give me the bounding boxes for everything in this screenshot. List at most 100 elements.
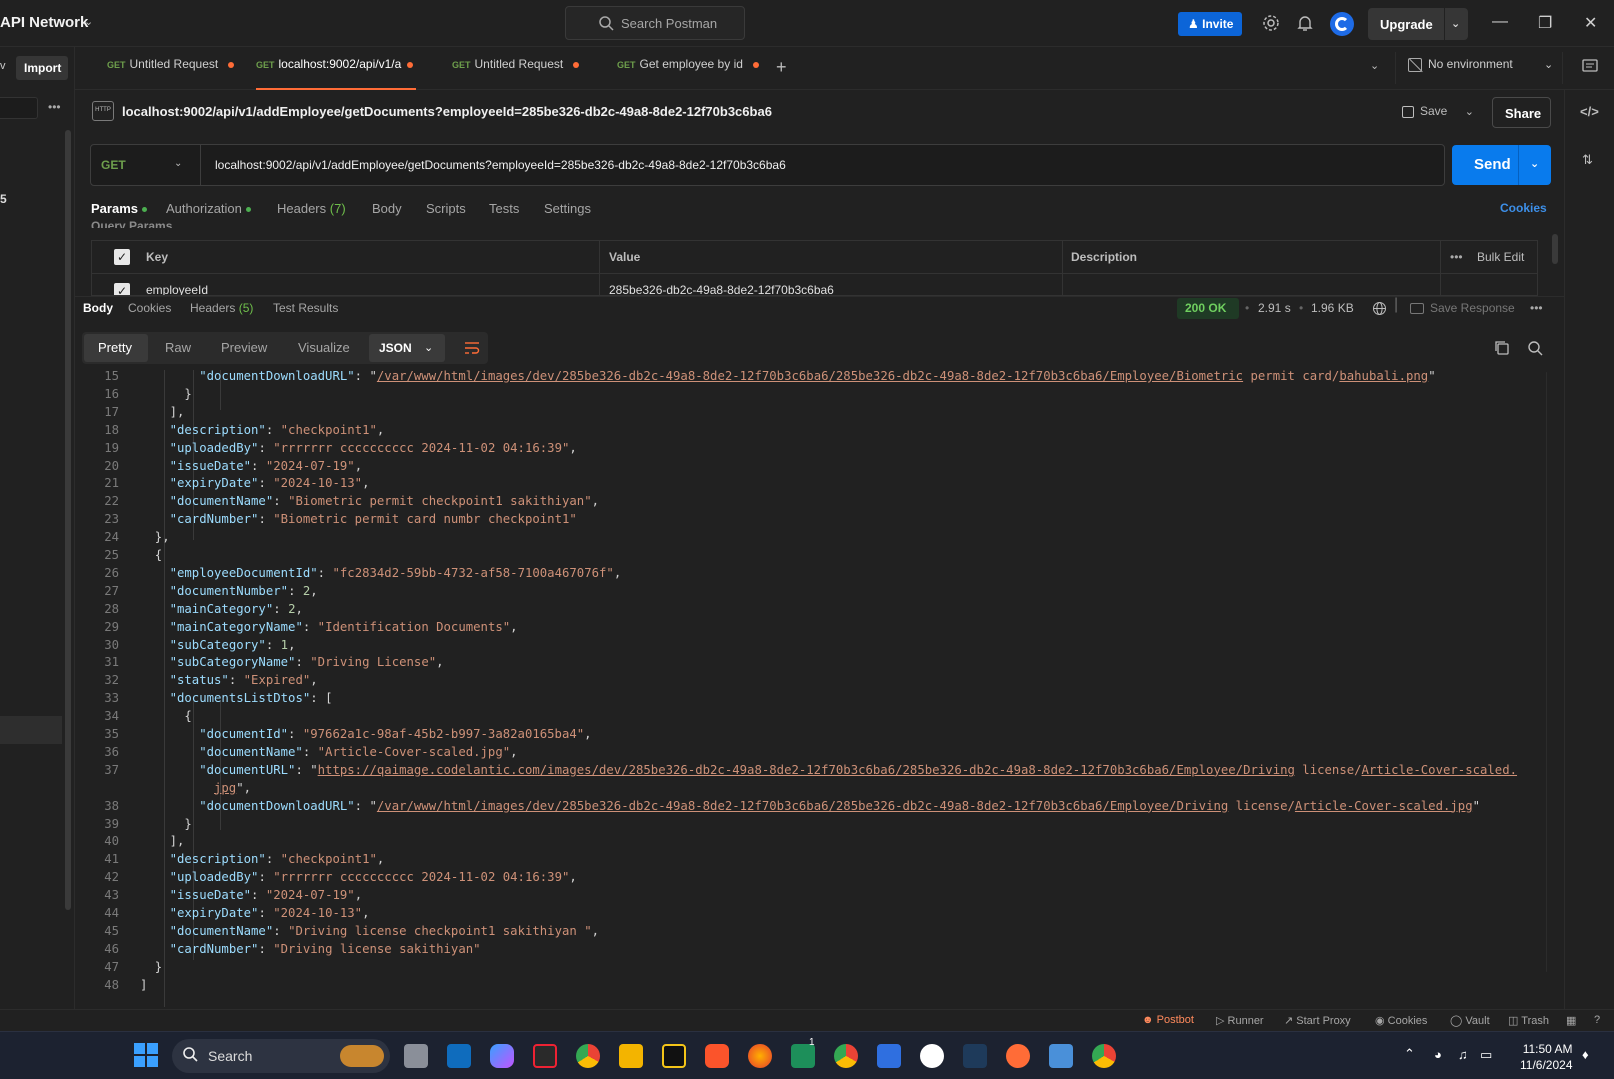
environment-selector[interactable]: No environment ⌄: [1408, 57, 1558, 73]
collapse-icon[interactable]: ⇅: [1582, 152, 1593, 168]
response-tab-body[interactable]: Body: [83, 301, 113, 315]
params-scrollbar[interactable]: [1552, 234, 1558, 264]
cookies-link[interactable]: Cookies: [1500, 201, 1547, 215]
save-response-button[interactable]: Save Response: [1410, 301, 1515, 315]
new-tab-plus-icon[interactable]: +: [776, 57, 787, 78]
github-icon[interactable]: [920, 1044, 944, 1068]
trash-button[interactable]: ◫ Trash: [1508, 1014, 1549, 1027]
view-pretty[interactable]: Pretty: [98, 340, 132, 355]
tab-authorization[interactable]: Authorization: [166, 201, 251, 216]
tab-tests[interactable]: Tests: [489, 201, 519, 216]
sidebar-scrollbar[interactable]: [65, 130, 71, 910]
restore-icon[interactable]: ❐: [1538, 13, 1552, 33]
workspace-name[interactable]: API Network: [0, 14, 88, 31]
volume-icon[interactable]: ♫: [1458, 1047, 1468, 1062]
method-select[interactable]: GET: [101, 158, 126, 172]
new-button-fragment[interactable]: v: [0, 60, 8, 74]
format-select[interactable]: JSON ⌄: [369, 334, 445, 362]
tab-headers[interactable]: Headers (7): [277, 201, 346, 216]
windows-start-icon[interactable]: [134, 1043, 158, 1070]
view-preview[interactable]: Preview: [221, 340, 267, 355]
more-options-icon[interactable]: •••: [48, 100, 61, 114]
recorder-icon[interactable]: [533, 1044, 557, 1068]
send-button[interactable]: Send ⌄: [1452, 145, 1551, 185]
battery-icon[interactable]: ▭: [1480, 1047, 1492, 1063]
help-icon[interactable]: ?: [1594, 1014, 1600, 1026]
wifi-icon[interactable]: ◕: [1434, 1047, 1442, 1062]
chrome-profile-icon[interactable]: [834, 1044, 858, 1068]
notifications-bell-icon[interactable]: ♦: [1582, 1047, 1589, 1062]
postman-icon[interactable]: [1006, 1044, 1030, 1068]
response-size[interactable]: 1.96 KB: [1311, 301, 1354, 315]
cookies-button[interactable]: ◉ Cookies: [1375, 1014, 1427, 1027]
tab-untitled-request-1[interactable]: GET Untitled Request: [107, 57, 235, 79]
param-value[interactable]: 285be326-db2c-49a8-8de2-12f70b3c6ba6: [609, 283, 834, 295]
sidebar-item-selected[interactable]: [0, 716, 62, 744]
close-icon[interactable]: ✕: [1584, 13, 1597, 33]
view-raw[interactable]: Raw: [165, 340, 191, 355]
chrome-profile-2-icon[interactable]: [1092, 1044, 1116, 1068]
import-button[interactable]: Import: [16, 56, 68, 80]
request-title[interactable]: localhost:9002/api/v1/addEmployee/getDoc…: [122, 104, 772, 119]
select-all-checkbox[interactable]: ✓: [114, 249, 130, 265]
environment-quick-look-icon[interactable]: [1582, 58, 1598, 77]
url-input[interactable]: localhost:9002/api/v1/addEmployee/getDoc…: [215, 158, 786, 172]
chevron-down-icon[interactable]: ⌄: [1530, 157, 1539, 170]
mysql-workbench-icon[interactable]: [963, 1044, 987, 1068]
tab-settings[interactable]: Settings: [544, 201, 591, 216]
chevron-down-icon[interactable]: ⌄: [174, 158, 182, 169]
chrome-icon[interactable]: [576, 1044, 600, 1068]
brave-icon[interactable]: [705, 1044, 729, 1068]
response-time[interactable]: 2.91 s: [1258, 301, 1291, 315]
more-options-icon[interactable]: •••: [1530, 301, 1543, 315]
tabs-overflow-chevron-icon[interactable]: ⌄: [1370, 59, 1379, 72]
tab-params[interactable]: Params: [91, 201, 147, 216]
tab-untitled-request-2[interactable]: GET Untitled Request: [452, 57, 580, 79]
layout-icon[interactable]: ▦: [1566, 1014, 1576, 1027]
tab-get-employee-by-id[interactable]: GET Get employee by id: [617, 57, 759, 79]
sidebar-filter-input[interactable]: [0, 97, 38, 119]
vault-button[interactable]: ◯ Vault: [1450, 1014, 1490, 1027]
tab-active-request[interactable]: GET localhost:9002/api/v1/a: [256, 57, 414, 79]
copilot-icon[interactable]: [490, 1044, 514, 1068]
code-snippet-icon[interactable]: </>: [1580, 104, 1599, 119]
bulk-edit-button[interactable]: Bulk Edit: [1477, 250, 1524, 264]
firefox-icon[interactable]: [748, 1044, 772, 1068]
gear-icon[interactable]: [1262, 14, 1280, 37]
system-clock[interactable]: 11:50 AM 11/6/2024: [1520, 1041, 1573, 1073]
search-icon[interactable]: [1527, 340, 1543, 359]
wrap-lines-icon[interactable]: [464, 340, 480, 359]
intellij-icon[interactable]: [662, 1044, 686, 1068]
outlook-icon[interactable]: [447, 1044, 471, 1068]
upgrade-button[interactable]: Upgrade ⌄: [1368, 8, 1468, 40]
param-key[interactable]: employeeId: [146, 283, 208, 295]
share-button[interactable]: Share: [1492, 97, 1551, 128]
notepad-icon[interactable]: [1049, 1044, 1073, 1068]
file-explorer-icon[interactable]: [619, 1044, 643, 1068]
search-postman-input[interactable]: Search Postman: [565, 6, 745, 40]
teams-icon[interactable]: [877, 1044, 901, 1068]
chevron-down-icon[interactable]: ⌄: [1465, 106, 1474, 118]
param-checkbox[interactable]: ✓: [114, 283, 130, 295]
minimize-icon[interactable]: —: [1492, 13, 1508, 31]
status-badge[interactable]: 200 OK: [1177, 298, 1239, 319]
task-view-icon[interactable]: [404, 1044, 428, 1068]
tab-scripts[interactable]: Scripts: [426, 201, 466, 216]
bell-icon[interactable]: [1297, 14, 1313, 37]
response-body-editor[interactable]: 15 "documentDownloadURL": "/var/www/html/…: [75, 370, 1545, 1007]
copy-icon[interactable]: [1494, 340, 1510, 359]
postbot-button[interactable]: ☻ Postbot: [1142, 1014, 1194, 1026]
taskbar-search[interactable]: Search: [172, 1039, 390, 1073]
view-visualize[interactable]: Visualize: [298, 340, 350, 355]
start-proxy-button[interactable]: ↗ Start Proxy: [1284, 1014, 1351, 1027]
response-tab-test-results[interactable]: Test Results: [273, 301, 338, 315]
invite-button[interactable]: ♟ Invite: [1178, 12, 1242, 36]
more-options-icon[interactable]: •••: [1450, 250, 1463, 264]
chevron-up-icon[interactable]: ⌃: [1404, 1046, 1415, 1062]
chevron-down-icon[interactable]: ⌄: [1451, 17, 1460, 30]
avatar[interactable]: [1330, 12, 1354, 36]
chevron-down-icon[interactable]: ⌄: [84, 15, 93, 28]
response-tab-headers[interactable]: Headers (5): [190, 301, 253, 315]
runner-button[interactable]: ▷ Runner: [1216, 1014, 1264, 1027]
save-button[interactable]: Save ⌄: [1402, 104, 1474, 118]
